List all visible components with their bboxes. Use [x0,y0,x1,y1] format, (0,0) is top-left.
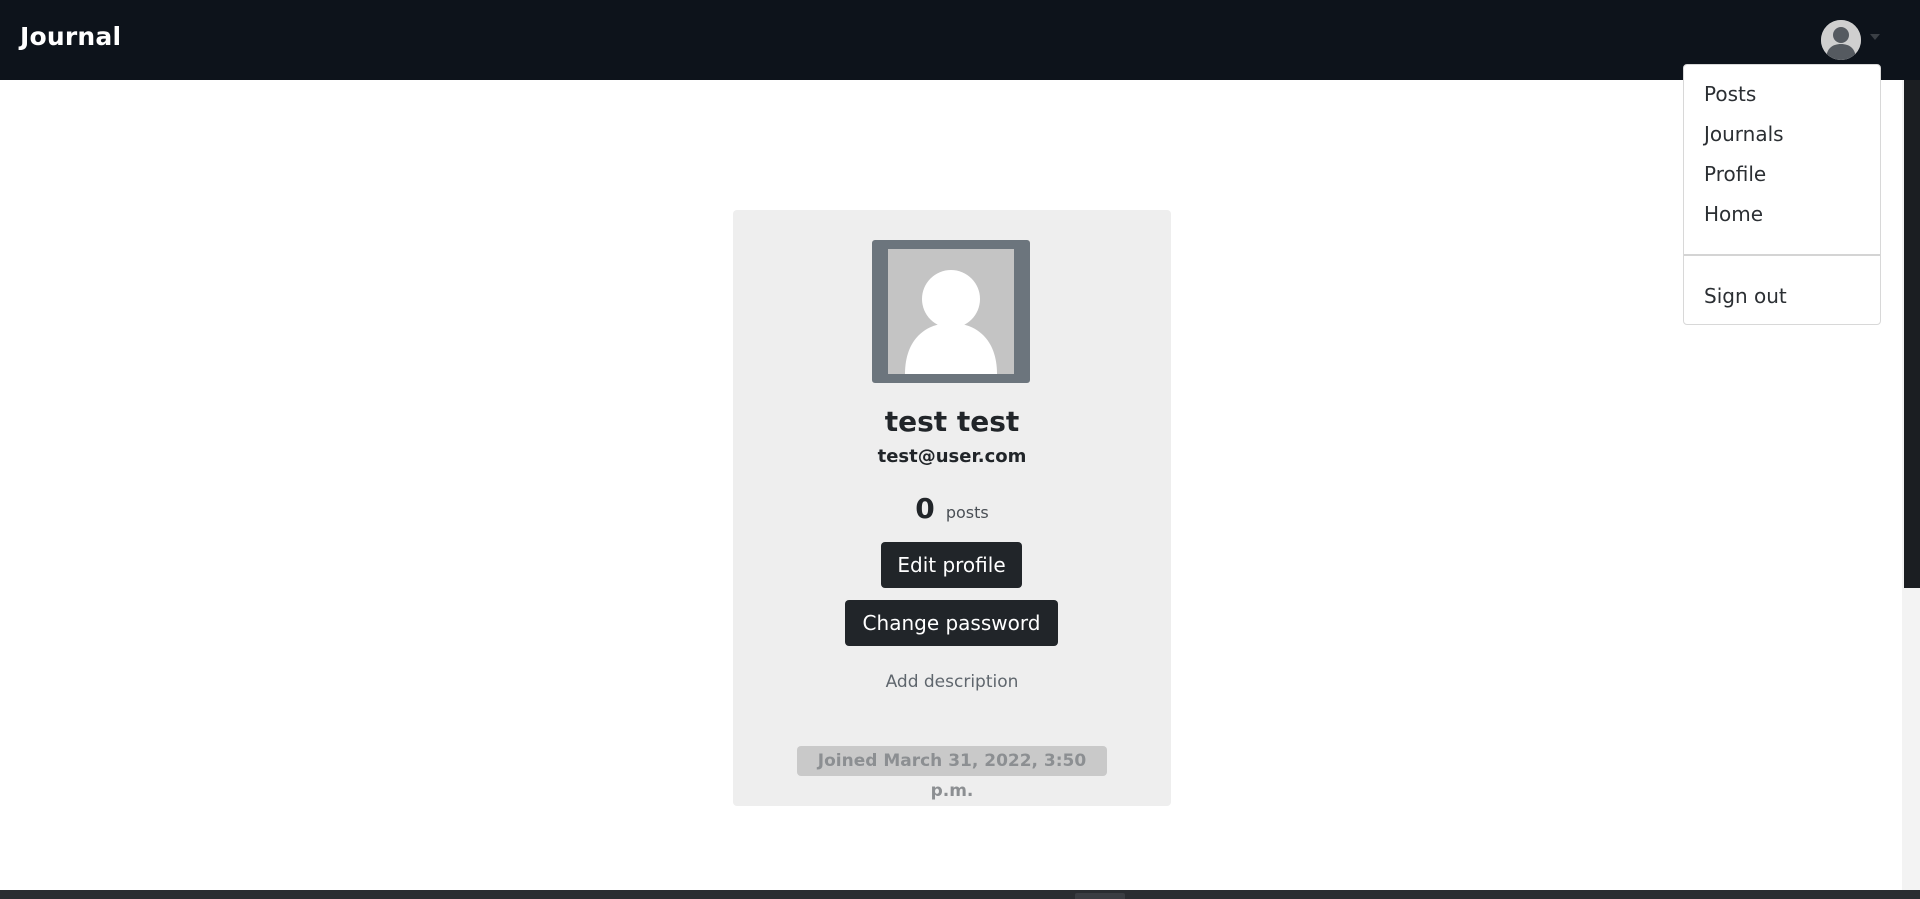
menu-item-sign-out[interactable]: Sign out [1704,284,1787,308]
user-dropdown-menu: Posts Journals Profile Home Sign out [1683,64,1881,325]
menu-divider [1684,254,1880,256]
brand-link[interactable]: Journal [20,22,121,51]
profile-page: Journal Posts Journals Profile Home Sign… [0,0,1920,899]
add-description-link[interactable]: Add description [733,672,1171,692]
change-password-button[interactable]: Change password [845,600,1058,646]
bottom-bar-handle [1075,893,1125,899]
chevron-down-icon [1870,34,1880,40]
bottom-bar [0,890,1920,899]
profile-photo-frame [872,240,1030,383]
profile-email: test@user.com [877,446,1027,467]
profile-card: test test test@user.com 0 posts Edit pro… [733,210,1171,806]
menu-item-journals[interactable]: Journals [1704,122,1784,146]
default-user-icon [888,249,1014,374]
posts-label: posts [945,503,989,522]
posts-stat: 0 posts [733,492,1171,525]
menu-item-profile[interactable]: Profile [1704,162,1766,186]
user-menu-toggle[interactable] [1818,17,1882,61]
menu-item-home[interactable]: Home [1704,202,1763,226]
user-avatar-icon [1821,20,1861,60]
top-navbar: Journal [0,0,1920,80]
posts-count: 0 [915,492,935,525]
joined-badge: Joined March 31, 2022, 3:50 p.m. [797,746,1107,801]
profile-name: test test [884,405,1020,438]
scrollbar-thumb[interactable] [1904,80,1920,588]
menu-item-posts[interactable]: Posts [1704,82,1756,106]
edit-profile-button[interactable]: Edit profile [881,542,1022,588]
